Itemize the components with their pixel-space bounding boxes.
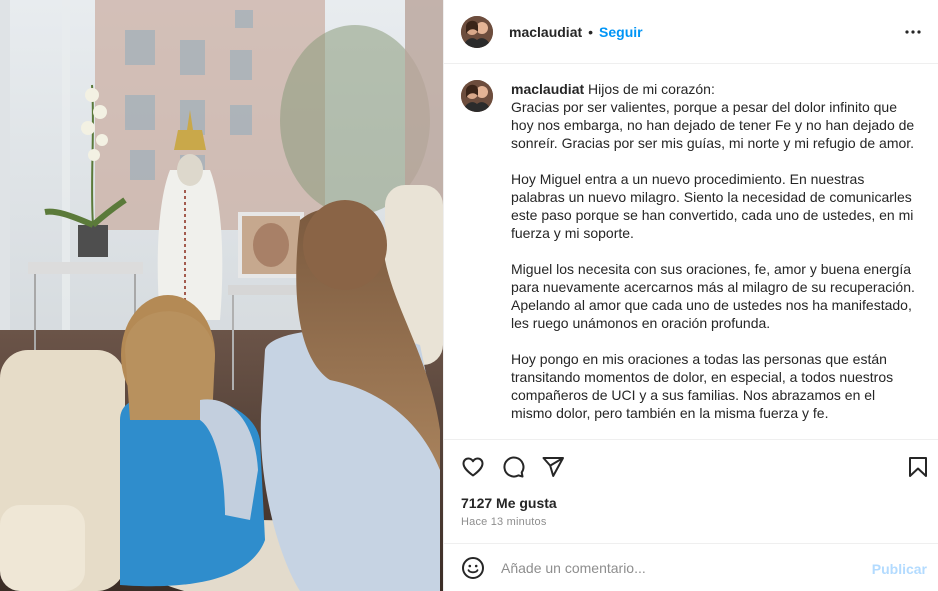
avatar-image [461,15,493,48]
caption-paragraph: Miguel los necesita con sus oraciones, f… [511,261,915,331]
follow-button[interactable]: Seguir [599,24,643,40]
caption-first-line: maclaudiat Hijos de mi corazón: [511,80,919,98]
caption-text: maclaudiat Hijos de mi corazón: Gracias … [511,80,919,439]
paper-plane-icon[interactable] [540,454,566,480]
comment-input[interactable] [501,559,861,576]
caption-paragraph: Hijos de mi corazón: [588,81,715,97]
action-bar [444,439,938,491]
caption-paragraph: Hoy Miguel entra a un nuevo procedimient… [511,171,914,241]
caption-paragraph: Hoy pongo en mis oraciones a todas las p… [511,351,894,421]
smiley-icon[interactable] [460,555,486,581]
caption-author-avatar[interactable] [461,80,493,112]
caption-username[interactable]: maclaudiat [511,81,584,97]
post-photo-illustration [0,0,443,591]
post-header: maclaudiat • Seguir [444,0,938,64]
bookmark-icon[interactable] [905,454,931,480]
post-caption: maclaudiat Hijos de mi corazón: Gracias … [444,64,938,439]
author-avatar[interactable] [461,15,493,48]
author-username[interactable]: maclaudiat [509,24,582,40]
comment-bar: Publicar [444,543,938,591]
likes-count[interactable]: 7127 Me gusta [461,495,557,511]
post-timestamp[interactable]: Hace 13 minutos [461,516,547,528]
post-details-panel: maclaudiat • Seguir maclaudiat Hijos de … [443,0,938,591]
more-dots-icon[interactable] [901,20,925,44]
comment-bubble-icon[interactable] [500,454,526,480]
avatar-image [461,80,493,112]
post-image[interactable] [0,0,443,591]
caption-paragraph: Gracias por ser valientes, porque a pesa… [511,99,915,151]
header-separator: • [588,23,594,40]
heart-icon[interactable] [460,454,486,480]
publish-button[interactable]: Publicar [872,561,927,577]
